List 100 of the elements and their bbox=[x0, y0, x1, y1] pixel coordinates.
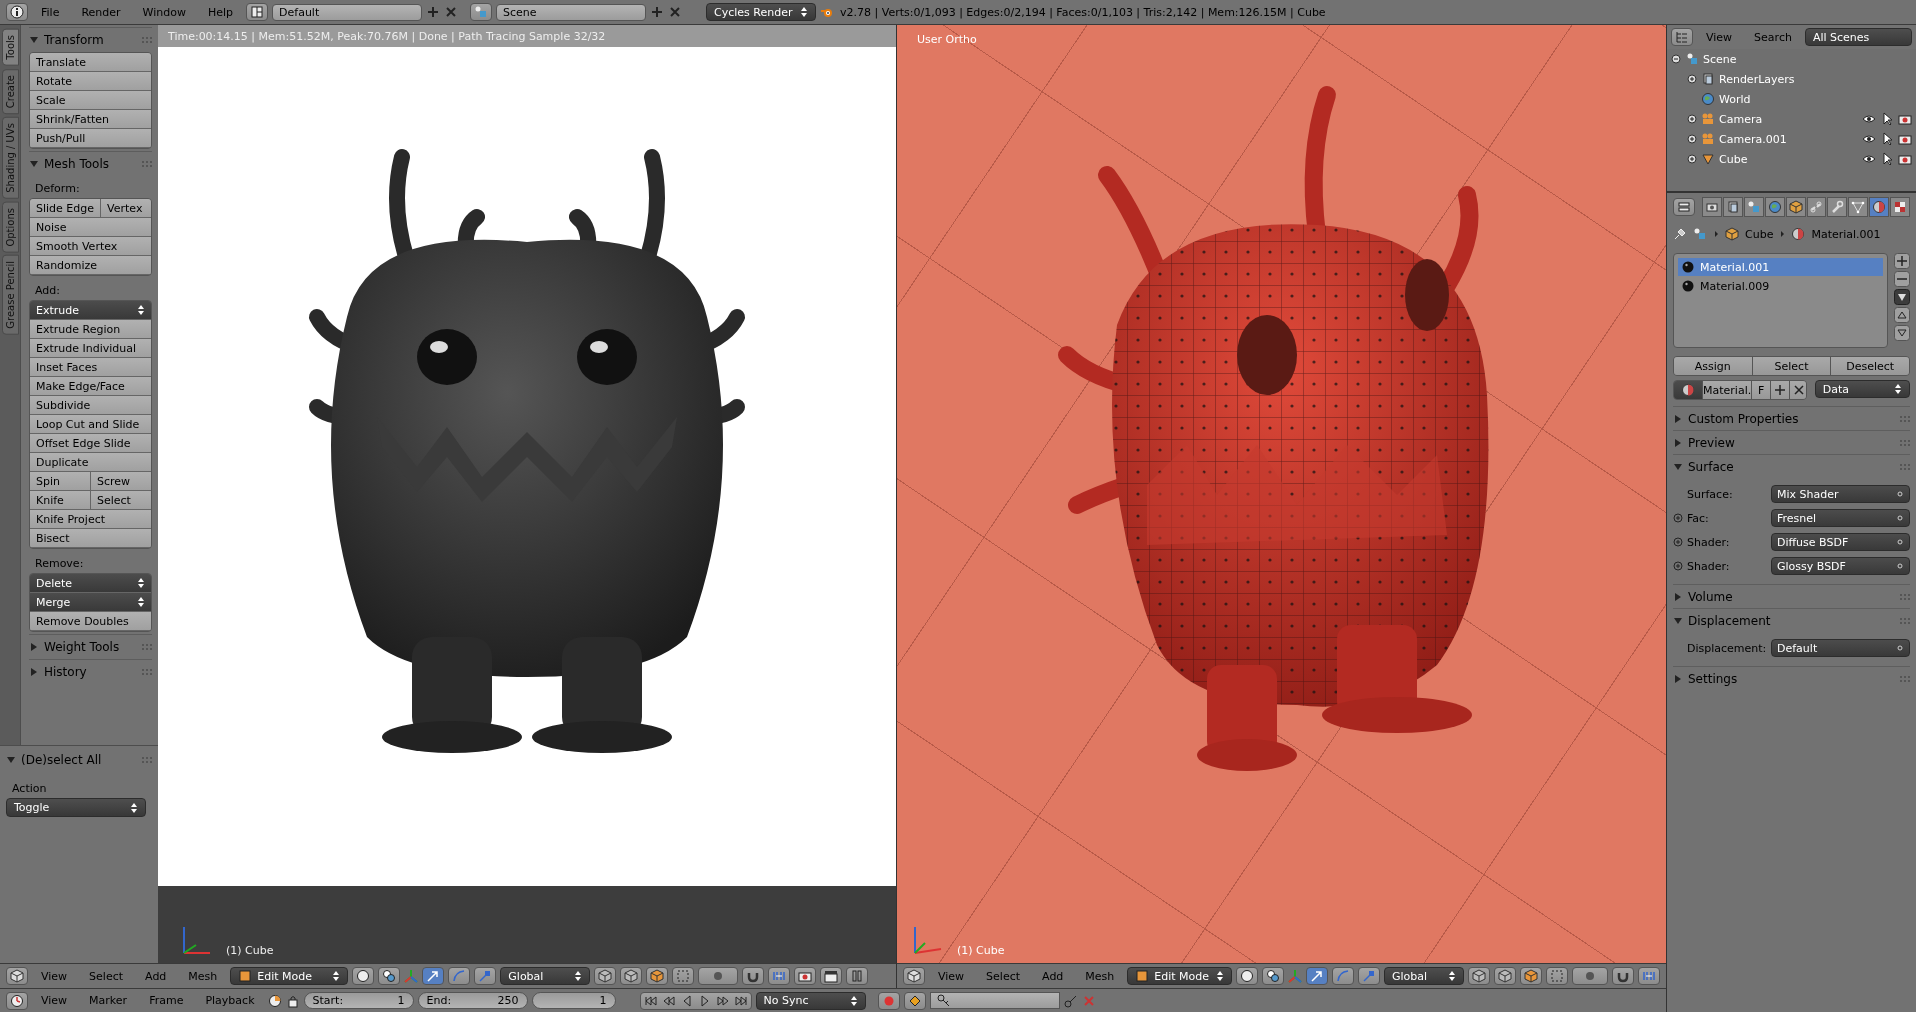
tool-button[interactable]: Push/Pull bbox=[30, 129, 151, 148]
tool-dropdown[interactable]: Delete bbox=[30, 574, 151, 593]
menu-item[interactable]: Frame bbox=[140, 994, 193, 1007]
snap-element-button[interactable] bbox=[768, 967, 791, 985]
node-dropdown[interactable]: Glossy BSDF bbox=[1771, 557, 1910, 575]
tool-button[interactable]: Subdivide bbox=[30, 396, 151, 415]
slot-action-button[interactable]: Select bbox=[1752, 357, 1832, 375]
tool-button[interactable]: Inset Faces bbox=[30, 358, 151, 377]
menu-item[interactable]: Playback bbox=[196, 994, 264, 1007]
cursor-arrow-icon[interactable] bbox=[1880, 132, 1894, 146]
rotate-tool-button[interactable] bbox=[448, 967, 471, 985]
tool-button[interactable]: Duplicate bbox=[30, 453, 151, 472]
tool-button[interactable]: Make Edge/Face bbox=[30, 377, 151, 396]
menu-item[interactable]: Add bbox=[136, 969, 176, 983]
new-material-button[interactable] bbox=[1771, 381, 1791, 399]
menu-item[interactable]: File bbox=[32, 5, 69, 19]
face-select-button[interactable] bbox=[646, 967, 669, 985]
rotate-tool-button[interactable] bbox=[1331, 967, 1354, 985]
collapsed-triangle-icon[interactable] bbox=[1673, 437, 1683, 448]
collapsed-triangle-icon[interactable] bbox=[29, 667, 39, 677]
scale-tool-button[interactable] bbox=[474, 967, 497, 985]
render-image-button[interactable] bbox=[794, 967, 817, 985]
tool-button[interactable]: Knife bbox=[30, 491, 91, 510]
node-dropdown[interactable]: Default bbox=[1771, 639, 1910, 657]
menu-item[interactable]: Select bbox=[977, 969, 1030, 983]
node-dropdown[interactable]: Fresnel bbox=[1771, 509, 1910, 527]
camera-icon[interactable] bbox=[1898, 132, 1912, 146]
snap-button[interactable] bbox=[742, 967, 765, 985]
tool-button[interactable]: Bisect bbox=[30, 529, 151, 548]
outliner-item[interactable]: Scene bbox=[1703, 52, 1912, 66]
collapsed-triangle-icon[interactable] bbox=[1673, 413, 1683, 424]
node-dropdown[interactable]: Diffuse BSDF bbox=[1771, 533, 1910, 551]
tool-button[interactable]: Select bbox=[91, 491, 151, 510]
key-icon[interactable] bbox=[1063, 993, 1078, 1008]
menu-item[interactable]: Help bbox=[198, 5, 243, 19]
tool-shelf-tab[interactable]: Shading / UVs bbox=[1, 116, 19, 199]
proportional-edit-button[interactable] bbox=[1572, 967, 1608, 985]
node-dropdown[interactable]: Mix Shader bbox=[1771, 485, 1910, 503]
move-up-icon[interactable] bbox=[1894, 307, 1910, 323]
expanded-triangle-icon[interactable] bbox=[6, 755, 16, 765]
panel-title[interactable]: Preview bbox=[1688, 435, 1895, 450]
remove-icon[interactable] bbox=[1894, 271, 1910, 287]
occlude-button[interactable] bbox=[1546, 967, 1569, 985]
panel-title[interactable]: (De)select All bbox=[21, 753, 137, 767]
menu-item[interactable]: Select bbox=[80, 969, 133, 983]
socket-add-icon[interactable] bbox=[1673, 561, 1683, 571]
cursor-arrow-icon[interactable] bbox=[1880, 152, 1894, 166]
tool-button[interactable]: Extrude Region bbox=[30, 320, 151, 339]
edge-select-button[interactable] bbox=[620, 967, 643, 985]
panel-title[interactable]: Surface bbox=[1688, 459, 1895, 474]
socket-add-icon[interactable] bbox=[1673, 513, 1683, 523]
close-icon[interactable] bbox=[444, 5, 459, 19]
outliner-item[interactable]: Camera.001 bbox=[1719, 132, 1858, 146]
panel-title[interactable]: Custom Properties bbox=[1688, 411, 1895, 426]
camera-icon[interactable] bbox=[1898, 152, 1912, 166]
browse-material-button[interactable] bbox=[1674, 381, 1703, 399]
editor-type-button[interactable] bbox=[6, 967, 28, 985]
lock-icon[interactable] bbox=[285, 993, 300, 1008]
material-slot[interactable]: Material.001 bbox=[1678, 258, 1883, 276]
menu-item[interactable]: View bbox=[32, 969, 77, 983]
playback-icon[interactable] bbox=[715, 993, 730, 1008]
snap-element-button[interactable] bbox=[1638, 967, 1660, 985]
expanded-triangle-icon[interactable] bbox=[1673, 615, 1683, 626]
pivot-button[interactable] bbox=[1261, 967, 1284, 985]
end-frame-field[interactable]: End: 250 bbox=[417, 992, 528, 1009]
socket-add-icon[interactable] bbox=[1673, 537, 1683, 547]
outliner-item[interactable]: World bbox=[1719, 92, 1912, 106]
pivot-button[interactable] bbox=[378, 967, 401, 985]
tool-shelf-tab[interactable]: Create bbox=[1, 68, 19, 114]
menu-down-icon[interactable] bbox=[1894, 289, 1910, 305]
tool-dropdown[interactable]: Merge bbox=[30, 593, 151, 612]
material-name-field[interactable]: Material. bbox=[1703, 381, 1753, 399]
menu-item[interactable]: Mesh bbox=[1076, 969, 1124, 983]
slot-action-button[interactable]: Deselect bbox=[1831, 357, 1909, 375]
tool-shelf-tab[interactable]: Tools bbox=[1, 29, 19, 66]
display-mode-dropdown[interactable]: All Scenes bbox=[1804, 28, 1912, 46]
mode-dropdown[interactable]: Edit Mode bbox=[1127, 967, 1232, 985]
tool-shelf-tab[interactable]: Options bbox=[1, 201, 19, 253]
orientation-dropdown[interactable]: Global bbox=[1383, 967, 1465, 985]
translate-tool-button[interactable] bbox=[422, 967, 445, 985]
scale-tool-button[interactable] bbox=[1357, 967, 1380, 985]
current-frame-field[interactable]: 1 bbox=[531, 992, 616, 1009]
collapsed-triangle-icon[interactable] bbox=[1673, 591, 1683, 602]
cube-icon[interactable] bbox=[10, 969, 24, 983]
tool-button[interactable]: Loop Cut and Slide bbox=[30, 415, 151, 434]
tool-button[interactable]: Offset Edge Slide bbox=[30, 434, 151, 453]
panel-title[interactable]: Mesh Tools bbox=[44, 157, 137, 171]
mode-dropdown[interactable]: Edit Mode bbox=[230, 967, 349, 985]
expand-icon[interactable] bbox=[1687, 154, 1697, 164]
move-down-icon[interactable] bbox=[1894, 325, 1910, 341]
tool-shelf-tab[interactable]: Grease Pencil bbox=[1, 255, 19, 335]
panel-title[interactable]: Settings bbox=[1688, 671, 1895, 686]
orientation-dropdown[interactable]: Global bbox=[500, 967, 591, 985]
collapsed-triangle-icon[interactable] bbox=[29, 642, 39, 652]
fake-user-button[interactable]: F bbox=[1752, 381, 1772, 399]
menu-item[interactable]: Mesh bbox=[179, 969, 227, 983]
menu-item[interactable]: Search bbox=[1745, 30, 1801, 44]
tool-button[interactable]: Knife Project bbox=[30, 510, 151, 529]
playback-icon[interactable] bbox=[733, 993, 748, 1008]
menu-item[interactable]: View bbox=[1697, 30, 1742, 44]
